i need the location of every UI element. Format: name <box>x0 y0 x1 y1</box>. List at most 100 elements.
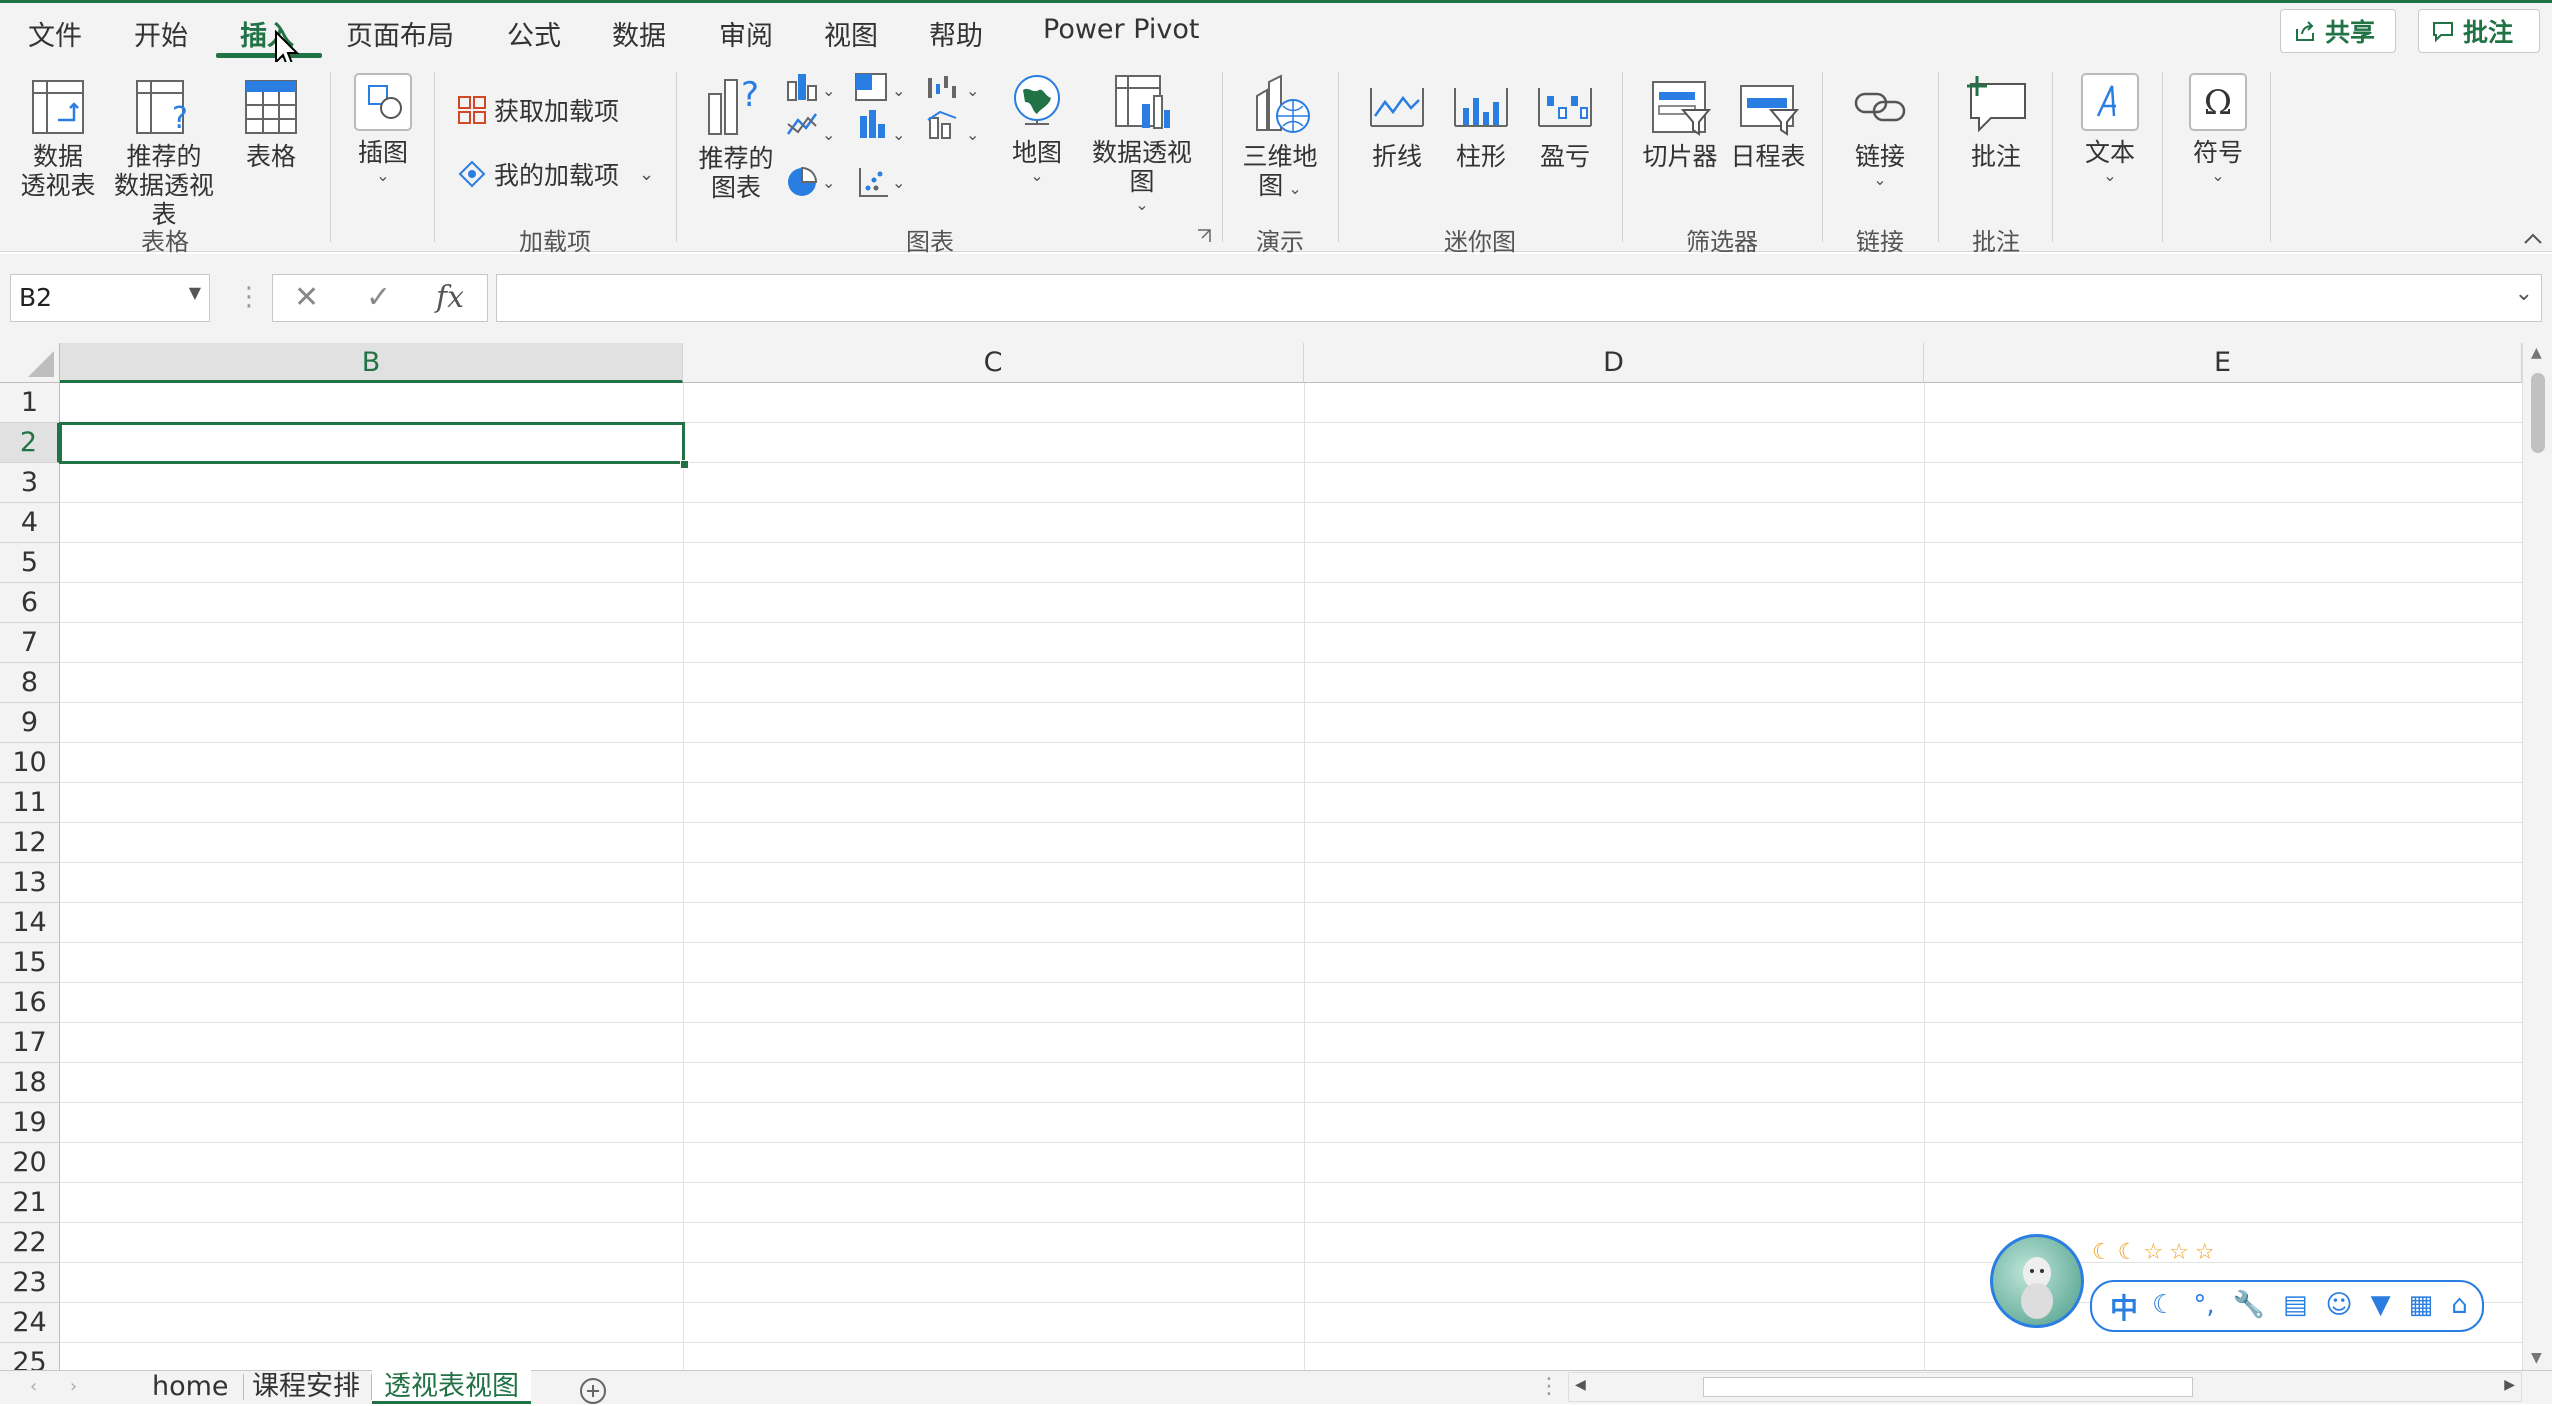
splitter-handle-icon[interactable]: ⋮ <box>1538 1374 1560 1399</box>
table-button[interactable]: 表格 <box>236 78 306 171</box>
row-header[interactable]: 13 <box>0 863 60 903</box>
ime-avatar[interactable] <box>1990 1234 2084 1328</box>
gridline <box>1924 383 1925 1371</box>
row-header[interactable]: 10 <box>0 743 60 783</box>
my-addins-button[interactable]: 我的加载项 ⌄ <box>456 156 654 192</box>
column-header-e[interactable]: E <box>1924 343 2522 383</box>
group-label-addins: 加载项 <box>519 228 591 256</box>
row-header[interactable]: 18 <box>0 1063 60 1103</box>
new-comment-button[interactable]: 批注 <box>1958 72 2034 171</box>
tab-formulas[interactable]: 公式 <box>507 14 561 53</box>
prev-sheet-icon[interactable]: ‹ <box>30 1376 37 1397</box>
symbols-button[interactable]: Ω 符号 ⌄ <box>2182 72 2254 185</box>
comments-button[interactable]: 批注 <box>2418 9 2540 53</box>
get-addins-button[interactable]: 获取加载项 <box>456 92 619 128</box>
scroll-right-icon[interactable]: ▶ <box>2504 1377 2515 1393</box>
row-header[interactable]: 11 <box>0 783 60 823</box>
sparkline-winloss-button[interactable]: 盈亏 <box>1530 78 1600 171</box>
sparkline-column-button[interactable]: 柱形 <box>1446 78 1516 171</box>
scroll-down-icon[interactable]: ▼ <box>2531 1350 2542 1366</box>
moon-icon[interactable]: ☾ <box>2152 1290 2175 1320</box>
tab-page-layout[interactable]: 页面布局 <box>346 14 454 53</box>
tab-file[interactable]: 文件 <box>28 14 82 53</box>
select-all-corner[interactable] <box>0 343 60 383</box>
name-box[interactable]: B2 ▼ <box>10 274 210 322</box>
slicer-button[interactable]: 切片器 <box>1640 78 1720 171</box>
recommended-pivot-button[interactable]: ? 推荐的 数据透视表 <box>104 78 224 229</box>
timeline-button[interactable]: 日程表 <box>1728 78 1808 171</box>
ime-language-toggle[interactable]: 中 <box>2110 1287 2138 1327</box>
scroll-left-icon[interactable]: ◀ <box>1575 1377 1586 1393</box>
row-header[interactable]: 15 <box>0 943 60 983</box>
wrench-icon[interactable]: 🔧 <box>2233 1290 2265 1320</box>
link-button[interactable]: 链接 ⌄ <box>1842 78 1918 189</box>
insert-function-icon[interactable]: fx <box>436 280 464 315</box>
sheet-tab[interactable]: home <box>140 1370 241 1404</box>
column-header-d[interactable]: D <box>1304 343 1924 383</box>
row-header[interactable]: 4 <box>0 503 60 543</box>
row-header[interactable]: 22 <box>0 1223 60 1263</box>
row-header[interactable]: 3 <box>0 463 60 503</box>
row-header[interactable]: 8 <box>0 663 60 703</box>
chevron-down-icon[interactable]: ▼ <box>189 283 201 302</box>
row-header[interactable]: 7 <box>0 623 60 663</box>
row-header[interactable]: 12 <box>0 823 60 863</box>
lock-icon[interactable]: ⌂ <box>2451 1290 2468 1320</box>
tab-power-pivot[interactable]: Power Pivot <box>1043 14 1200 45</box>
pivot-table-button[interactable]: 数据 透视表 <box>18 78 98 200</box>
row-header[interactable]: 19 <box>0 1103 60 1143</box>
row-header[interactable]: 9 <box>0 703 60 743</box>
row-header[interactable]: 24 <box>0 1303 60 1343</box>
row-header[interactable]: 20 <box>0 1143 60 1183</box>
tab-review[interactable]: 审阅 <box>719 14 773 53</box>
tab-home[interactable]: 开始 <box>134 14 188 53</box>
dialog-launcher-icon[interactable] <box>1196 228 1214 246</box>
emoji-icon[interactable]: ☺ <box>2326 1290 2353 1320</box>
row-header[interactable]: 21 <box>0 1183 60 1223</box>
row-header[interactable]: 1 <box>0 383 60 423</box>
collapse-ribbon-icon[interactable] <box>2522 230 2544 246</box>
text-button[interactable]: 文本 ⌄ <box>2074 72 2146 185</box>
next-sheet-icon[interactable]: › <box>70 1376 77 1397</box>
pivot-chart-button[interactable]: 数据透视图 ⌄ <box>1080 72 1204 214</box>
column-header-b[interactable]: B <box>60 343 683 383</box>
tab-help[interactable]: 帮助 <box>929 14 983 53</box>
enter-icon[interactable]: ✓ <box>366 280 391 315</box>
scroll-up-icon[interactable]: ▲ <box>2531 345 2542 361</box>
grid-icon[interactable]: ▦ <box>2409 1290 2434 1320</box>
vertical-scroll-thumb[interactable] <box>2531 373 2545 453</box>
illustrations-button[interactable]: 插图 ⌄ <box>346 72 420 185</box>
punctuation-icon[interactable]: °, <box>2193 1290 2214 1320</box>
fill-handle[interactable] <box>680 460 689 469</box>
formula-input[interactable]: ⌄ <box>496 274 2542 322</box>
pie-chart-icon: ⌄ <box>788 166 835 196</box>
selected-cell[interactable] <box>59 422 685 464</box>
horizontal-scroll-thumb[interactable] <box>1703 1377 2193 1397</box>
row-header[interactable]: 6 <box>0 583 60 623</box>
row-header[interactable]: 17 <box>0 1023 60 1063</box>
row-header[interactable]: 2 <box>0 423 60 463</box>
tab-view[interactable]: 视图 <box>824 14 878 53</box>
column-header-c[interactable]: C <box>683 343 1304 383</box>
row-header[interactable]: 16 <box>0 983 60 1023</box>
skin-icon[interactable]: ▼ <box>2371 1290 2391 1320</box>
horizontal-scrollbar[interactable]: ◀ ▶ <box>1568 1372 2522 1402</box>
3d-map-button[interactable]: 三维地 图 ⌄ <box>1236 72 1324 203</box>
chart-type-buttons[interactable]: ⌄ ⌄ ⌄ ⌄ ⌄ ⌄ ⌄ ⌄ <box>780 70 990 206</box>
sheet-tab[interactable]: 课程安排 <box>240 1370 372 1404</box>
vertical-scrollbar[interactable]: ▲ ▼ <box>2522 343 2552 1370</box>
expand-formula-icon[interactable]: ⌄ <box>2515 281 2533 306</box>
recommended-charts-button[interactable]: ? 推荐的 图表 <box>692 72 780 202</box>
share-button[interactable]: 共享 <box>2280 9 2396 53</box>
clipboard-icon[interactable]: ▤ <box>2283 1290 2308 1320</box>
map-chart-button[interactable]: 地图 ⌄ <box>1002 72 1072 185</box>
row-header[interactable]: 14 <box>0 903 60 943</box>
tab-data[interactable]: 数据 <box>612 14 666 53</box>
ime-toolbar[interactable]: ☾☾☆☆☆ 中 ☾ °, 🔧 ▤ ☺ ▼ ▦ ⌂ <box>1990 1232 2486 1332</box>
row-header[interactable]: 23 <box>0 1263 60 1303</box>
cancel-icon[interactable]: ✕ <box>294 280 319 315</box>
sparkline-line-button[interactable]: 折线 <box>1362 78 1432 171</box>
row-header[interactable]: 5 <box>0 543 60 583</box>
add-sheet-icon[interactable] <box>578 1376 608 1406</box>
sheet-tab-active[interactable]: 透视表视图 <box>372 1370 531 1404</box>
